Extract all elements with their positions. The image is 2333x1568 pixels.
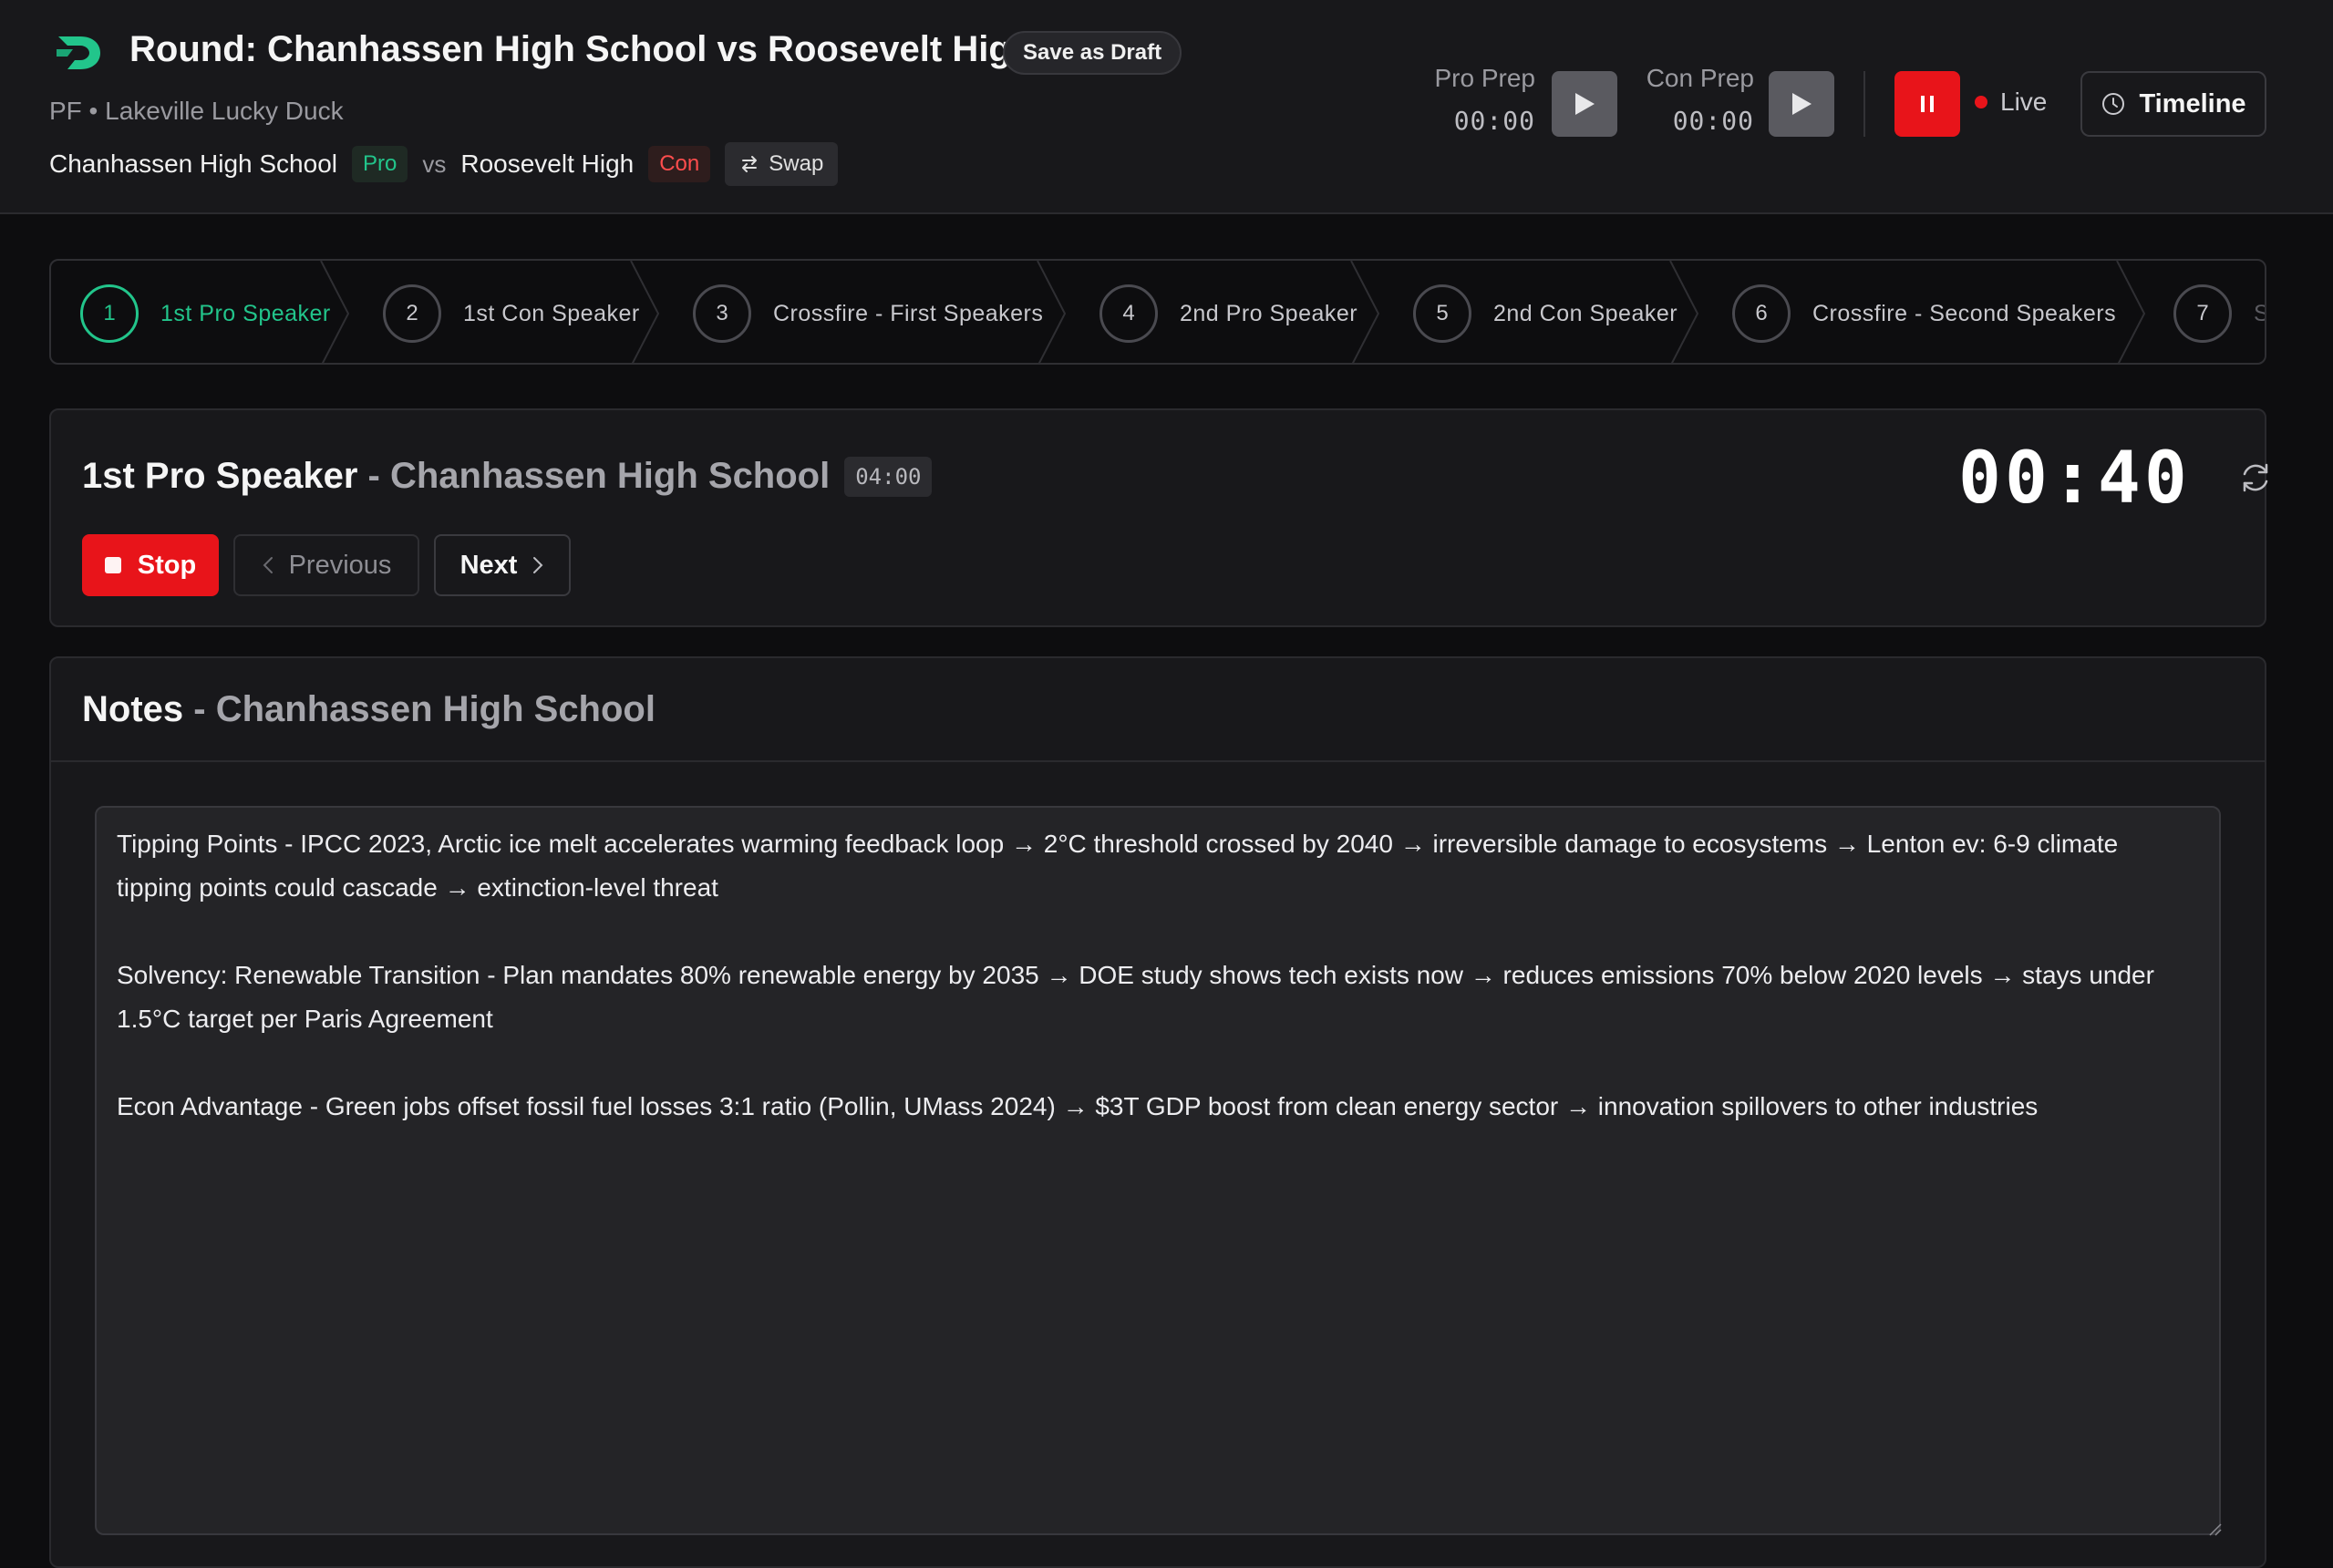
stop-icon bbox=[104, 557, 121, 573]
step-label: 1st Con Speaker bbox=[463, 300, 640, 326]
chevron-left-icon bbox=[263, 557, 273, 573]
step-2nd-con-speaker[interactable]: 5 2nd Con Speaker bbox=[1413, 261, 1678, 363]
pause-icon bbox=[1921, 96, 1934, 112]
live-label: Live bbox=[2000, 88, 2048, 116]
speech-title: 1st Pro Speaker - Chanhassen High School… bbox=[82, 456, 933, 497]
next-label: Next bbox=[459, 550, 518, 580]
refresh-icon[interactable] bbox=[2237, 459, 2274, 496]
step-number: 6 bbox=[1732, 284, 1791, 343]
step-crossfire-first-speakers[interactable]: 3 Crossfire - First Speakers bbox=[693, 261, 1044, 363]
step-separator-chevron bbox=[1037, 261, 1067, 363]
notes-team: Chanhassen High School bbox=[215, 689, 656, 729]
step-number: 7 bbox=[2173, 284, 2232, 343]
notes-title-label: Notes bbox=[82, 689, 184, 729]
pro-prep-time: 00:00 bbox=[1453, 106, 1535, 136]
step-label: S bbox=[2254, 301, 2265, 327]
pro-prep-label: Pro Prep bbox=[1434, 64, 1536, 92]
speech-separator: - bbox=[357, 456, 390, 496]
con-prep-time: 00:00 bbox=[1672, 106, 1754, 136]
current-speech-panel: 1st Pro Speaker - Chanhassen High School… bbox=[49, 408, 2268, 627]
speech-team: Chanhassen High School bbox=[389, 456, 831, 496]
step-number: 2 bbox=[383, 284, 441, 343]
step-label: Crossfire - Second Speakers bbox=[1812, 300, 2117, 326]
stop-button[interactable]: Stop bbox=[82, 534, 219, 596]
live-indicator: Live bbox=[1975, 88, 2047, 117]
step-7[interactable]: 7 S bbox=[2173, 261, 2265, 363]
con-team-name: Roosevelt High bbox=[460, 150, 635, 178]
live-dot-icon bbox=[1975, 96, 1987, 108]
previous-label: Previous bbox=[288, 550, 392, 580]
step-number: 5 bbox=[1413, 284, 1471, 343]
top-header: Round: Chanhassen High School vs Rooseve… bbox=[0, 0, 2333, 214]
step-label: 2nd Pro Speaker bbox=[1180, 300, 1358, 326]
step-separator-chevron bbox=[1669, 261, 1699, 363]
step-separator-chevron bbox=[2116, 261, 2146, 363]
pause-button[interactable] bbox=[1894, 71, 1960, 137]
step-label: 2nd Con Speaker bbox=[1493, 300, 1678, 326]
round-title: Round: Chanhassen High School vs Rooseve… bbox=[129, 29, 1034, 69]
notes-separator: - bbox=[183, 689, 216, 729]
step-crossfire-second-speakers[interactable]: 6 Crossfire - Second Speakers bbox=[1732, 261, 2117, 363]
timeline-button[interactable]: Timeline bbox=[2080, 71, 2266, 137]
notes-title: Notes - Chanhassen High School bbox=[82, 689, 656, 730]
play-icon bbox=[1575, 93, 1595, 115]
step-number: 4 bbox=[1099, 284, 1158, 343]
pro-prep-play-button[interactable] bbox=[1552, 71, 1617, 137]
swap-arrows-icon bbox=[742, 156, 758, 172]
save-draft-button[interactable]: Save as Draft bbox=[1003, 31, 1182, 75]
notes-textarea[interactable]: Tipping Points - IPCC 2023, Arctic ice m… bbox=[95, 806, 2221, 1535]
notes-panel: Notes - Chanhassen High School Tipping P… bbox=[49, 656, 2266, 1568]
step-1st-pro-speaker[interactable]: 1 1st Pro Speaker bbox=[80, 261, 331, 363]
step-number: 3 bbox=[693, 284, 751, 343]
app-logo-icon bbox=[57, 36, 100, 69]
swap-sides-button[interactable]: Swap bbox=[725, 142, 839, 186]
pro-side-badge: Pro bbox=[351, 146, 408, 182]
step-label: 1st Pro Speaker bbox=[160, 300, 331, 326]
speech-duration-badge: 04:00 bbox=[844, 456, 933, 497]
vs-label: vs bbox=[422, 150, 447, 178]
resize-handle-icon[interactable] bbox=[2206, 1521, 2223, 1537]
previous-button[interactable]: Previous bbox=[233, 534, 419, 596]
con-side-badge: Con bbox=[648, 146, 711, 182]
step-2nd-pro-speaker[interactable]: 4 2nd Pro Speaker bbox=[1099, 261, 1358, 363]
step-separator-chevron bbox=[320, 261, 350, 363]
pro-prep-timer: Pro Prep 00:00 bbox=[1422, 64, 1536, 136]
step-separator-chevron bbox=[1350, 261, 1380, 363]
team-matchup: Chanhassen High School Pro vs Roosevelt … bbox=[49, 142, 839, 186]
chevron-right-icon bbox=[533, 557, 543, 573]
pro-team-name: Chanhassen High School bbox=[49, 150, 337, 178]
con-prep-timer: Con Prep 00:00 bbox=[1641, 64, 1754, 136]
step-label: Crossfire - First Speakers bbox=[773, 300, 1044, 326]
step-number: 1 bbox=[80, 284, 139, 343]
notes-header: Notes - Chanhassen High School bbox=[51, 658, 2265, 762]
stop-label: Stop bbox=[137, 550, 197, 580]
header-divider bbox=[1863, 71, 1865, 137]
swap-label: Swap bbox=[769, 151, 824, 176]
clock-icon bbox=[2102, 93, 2125, 115]
round-subtitle: PF • Lakeville Lucky Duck bbox=[49, 97, 344, 125]
speech-role: 1st Pro Speaker bbox=[82, 456, 358, 496]
speech-stepper: 1 1st Pro Speaker 2 1st Con Speaker 3 Cr… bbox=[49, 259, 2266, 365]
step-separator-chevron bbox=[630, 261, 660, 363]
timeline-label: Timeline bbox=[2139, 88, 2246, 119]
next-button[interactable]: Next bbox=[434, 534, 571, 596]
con-prep-label: Con Prep bbox=[1646, 64, 1754, 92]
play-icon bbox=[1792, 93, 1812, 115]
step-1st-con-speaker[interactable]: 2 1st Con Speaker bbox=[383, 261, 640, 363]
speech-timer: 00:40 bbox=[1958, 438, 2191, 520]
con-prep-play-button[interactable] bbox=[1769, 71, 1834, 137]
